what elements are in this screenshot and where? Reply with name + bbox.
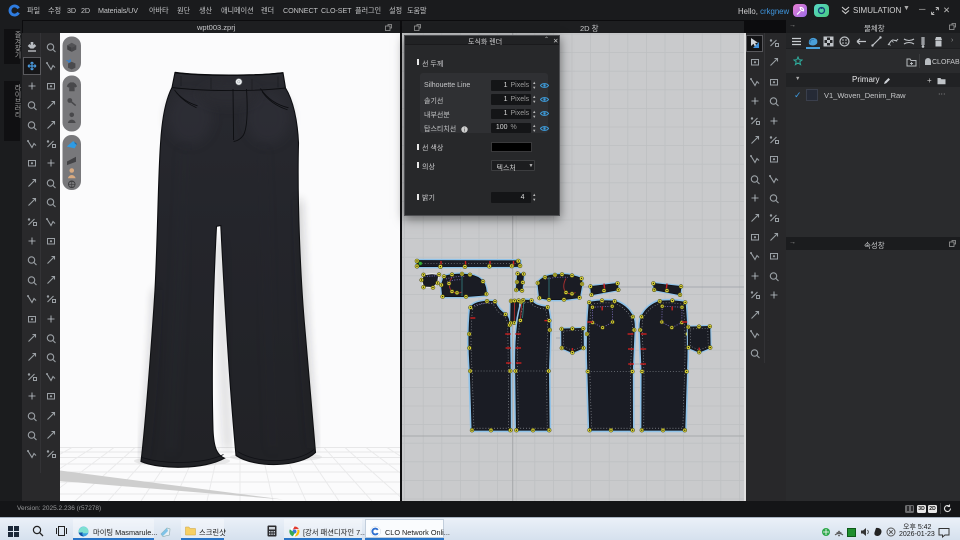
svg-text:i: i	[464, 127, 465, 133]
